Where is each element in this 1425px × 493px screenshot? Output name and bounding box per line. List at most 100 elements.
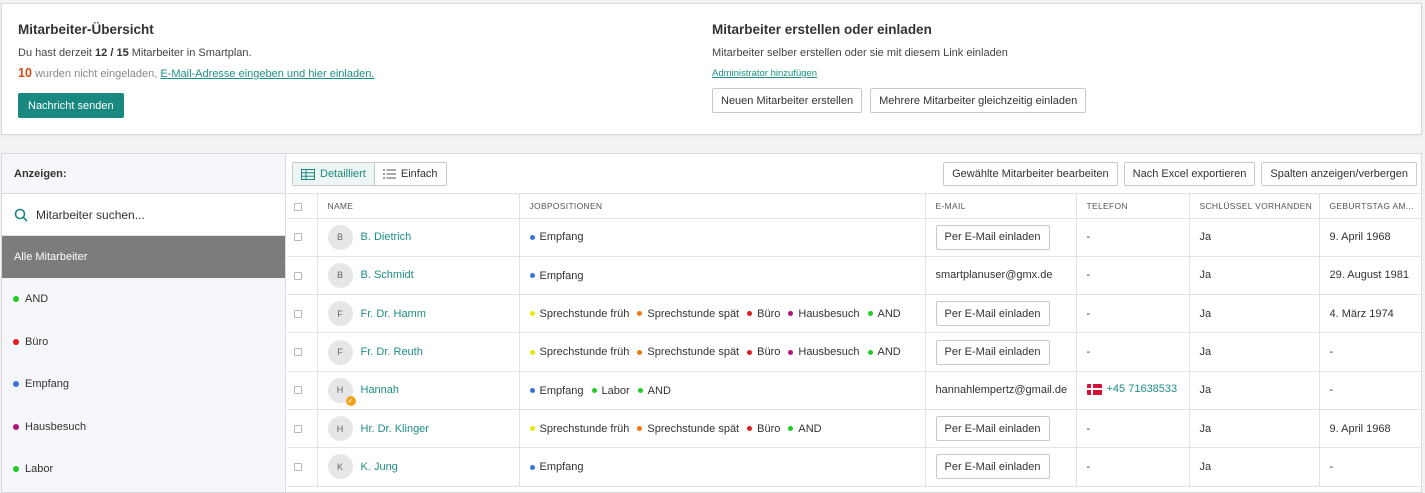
job-label: Sprechstunde spät	[647, 307, 740, 320]
count-prefix: Du hast derzeit	[18, 47, 92, 59]
job-color-dot	[747, 349, 753, 355]
employee-name-link[interactable]: Fr. Dr. Hamm	[361, 308, 426, 320]
column-header-jobs[interactable]: JOBPOSITIONEN	[519, 194, 926, 219]
employee-name-link[interactable]: Fr. Dr. Reuth	[361, 346, 423, 358]
toggle-columns-button[interactable]: Spalten anzeigen/verbergen	[1261, 162, 1417, 186]
avatar: F	[327, 339, 353, 365]
group-filter-item[interactable]: Empfang	[2, 363, 285, 406]
row-checkbox[interactable]	[294, 348, 302, 357]
group-filter-item[interactable]: Büro	[2, 321, 285, 364]
uninvited-line: 10 wurden nicht eingeladen, E-Mail-Adres…	[18, 66, 374, 80]
job-color-dot	[529, 273, 535, 279]
table-row[interactable]: F Fr. Dr. Hamm Sprechstunde früh Sprechstun…	[287, 294, 1421, 334]
list-icon	[382, 169, 396, 179]
employee-name-link[interactable]: K. Jung	[361, 461, 398, 473]
avatar-initial: B	[336, 270, 343, 281]
employee-name-link[interactable]: Hr. Dr. Klinger	[361, 423, 429, 435]
job-label: Büro	[757, 346, 781, 359]
table-row[interactable]: F Fr. Dr. Reuth Sprechstunde früh Sprechstu…	[287, 332, 1421, 372]
table-body: B B. Dietrich Empfang Per E-Mail einladen - J…	[287, 218, 1421, 487]
group-label: Hausbesuch	[25, 420, 87, 433]
table-row[interactable]: H Hr. Dr. Klinger Sprechstunde früh Sprechs…	[287, 409, 1421, 449]
row-checkbox[interactable]	[294, 463, 302, 472]
job-position-tag: Büro	[747, 423, 780, 435]
avatar-initial: H	[336, 385, 344, 396]
group-filter-item[interactable]: Hausbesuch	[2, 406, 285, 449]
invite-by-email-button[interactable]: Per E-Mail einladen	[935, 301, 1050, 327]
row-checkbox-cell	[287, 447, 318, 487]
column-header-email[interactable]: E-MAIL	[925, 194, 1077, 219]
toolbar-actions: Gewählte Mitarbeiter bearbeiten Nach Exc…	[943, 162, 1417, 186]
column-header-key[interactable]: SCHLÜSSEL VORHANDEN	[1189, 194, 1320, 219]
invite-by-email-button[interactable]: Per E-Mail einladen	[935, 454, 1050, 480]
column-header-name[interactable]: NAME	[317, 194, 520, 219]
job-color-dot	[867, 349, 873, 355]
key-value: Ja	[1199, 307, 1212, 320]
row-checkbox[interactable]	[294, 309, 302, 318]
name-cell: B B. Dietrich	[317, 218, 520, 257]
job-position-tag: AND	[867, 307, 901, 320]
phone-link[interactable]: +45 71638533	[1086, 383, 1177, 395]
view-simple-button[interactable]: Einfach	[375, 163, 446, 185]
table-row[interactable]: B B. Schmidt Empfang smartplanuser@gmx.de - J…	[287, 256, 1421, 296]
row-checkbox[interactable]	[294, 386, 302, 395]
invite-by-email-button[interactable]: Per E-Mail einladen	[935, 416, 1050, 442]
column-header-phone[interactable]: TELEFON	[1076, 194, 1190, 219]
group-filter-item[interactable]: AND	[2, 278, 285, 321]
job-label: Empfang	[539, 231, 584, 244]
row-checkbox-cell	[287, 409, 318, 449]
table-row[interactable]: K K. Jung Empfang Per E-Mail einladen - Ja -	[287, 447, 1421, 487]
name-cell: K K. Jung	[317, 447, 520, 487]
birthday-value: -	[1329, 460, 1334, 473]
job-color-dot	[867, 311, 873, 317]
group-label: AND	[25, 293, 49, 306]
invite-by-email-button[interactable]: Per E-Mail einladen	[935, 339, 1050, 365]
edit-selected-button[interactable]: Gewählte Mitarbeiter bearbeiten	[943, 162, 1118, 186]
group-color-dot	[13, 466, 19, 473]
phone-value: -	[1086, 422, 1091, 435]
filter-all-employees[interactable]: Alle Mitarbeiter	[2, 236, 285, 278]
job-color-dot	[637, 388, 643, 394]
employee-name-link[interactable]: B. Schmidt	[361, 269, 414, 281]
jobs-cell: Empfang	[519, 218, 926, 257]
send-message-button[interactable]: Nachricht senden	[18, 93, 124, 118]
bulk-invite-button[interactable]: Mehrere Mitarbeiter gleichzeitig einlade…	[870, 88, 1087, 113]
view-detailed-label: Detailliert	[320, 168, 366, 180]
job-label: Empfang	[539, 461, 584, 474]
row-checkbox[interactable]	[294, 424, 302, 433]
export-excel-button[interactable]: Nach Excel exportieren	[1123, 162, 1256, 186]
job-position-tag: Sprechstunde früh	[529, 307, 630, 320]
employee-name-link[interactable]: B. Dietrich	[361, 231, 412, 243]
new-employee-button[interactable]: Neuen Mitarbeiter erstellen	[712, 88, 863, 113]
job-position-tag: Empfang	[529, 461, 584, 474]
invite-by-email-button[interactable]: Per E-Mail einladen	[935, 224, 1050, 250]
row-checkbox[interactable]	[294, 271, 302, 280]
job-color-dot	[529, 426, 535, 432]
job-label: AND	[647, 384, 671, 397]
job-label: Sprechstunde früh	[539, 422, 630, 435]
employee-table-area: Detailliert Einfach Gewählte Mitarbeiter…	[287, 154, 1421, 492]
add-admin-link[interactable]: Administrator hinzufügen	[712, 68, 1008, 79]
job-label: Sprechstunde spät	[647, 346, 740, 359]
job-label: Sprechstunde früh	[539, 307, 630, 320]
row-checkbox[interactable]	[294, 233, 302, 242]
column-header-birthday[interactable]: GEBURTSTAG AM...	[1319, 194, 1421, 219]
email-cell: Per E-Mail einladen	[925, 332, 1077, 372]
group-filter-item[interactable]: Labor	[2, 448, 285, 491]
invite-by-email-link[interactable]: E-Mail-Adresse eingeben und hier einlade…	[160, 68, 374, 80]
create-subtitle: Mitarbeiter selber erstellen oder sie mi…	[712, 47, 1008, 59]
avatar: B	[327, 224, 353, 250]
job-label: Empfang	[539, 269, 584, 282]
select-all-checkbox[interactable]	[287, 194, 318, 219]
phone-cell: +45 71638533	[1076, 371, 1190, 410]
view-detailed-button[interactable]: Detailliert	[293, 163, 375, 185]
check-badge-icon: ✓	[345, 395, 356, 406]
table-row[interactable]: H ✓ Hannah Empfang Labor AND hannahlempertz@gm…	[287, 371, 1421, 410]
job-label: Sprechstunde früh	[539, 346, 630, 359]
search-input[interactable]: Mitarbeiter suchen...	[2, 194, 285, 236]
job-color-dot	[788, 349, 794, 355]
job-color-dot	[529, 349, 535, 355]
employee-name-link[interactable]: Hannah	[361, 384, 400, 396]
job-label: AND	[877, 307, 901, 320]
table-row[interactable]: B B. Dietrich Empfang Per E-Mail einladen - J…	[287, 218, 1421, 257]
